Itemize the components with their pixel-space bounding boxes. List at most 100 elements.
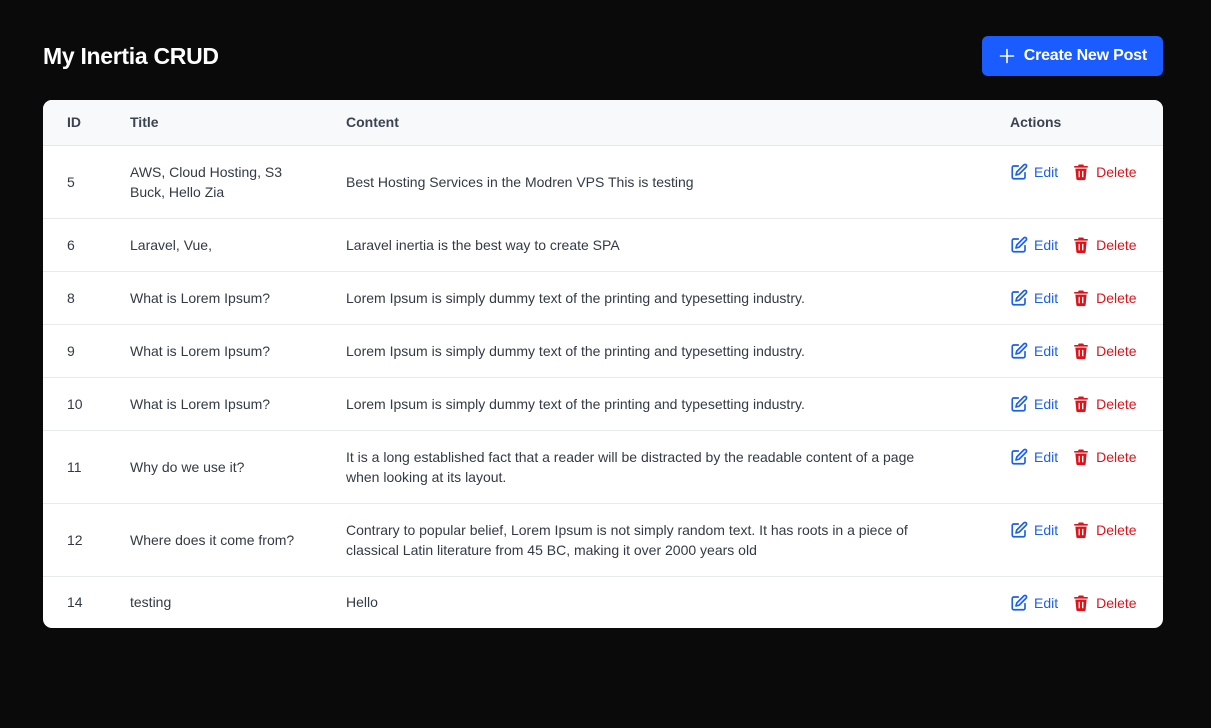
edit-icon: [1011, 448, 1028, 465]
delete-button[interactable]: Delete: [1072, 593, 1137, 613]
create-new-post-button[interactable]: Create New Post: [981, 36, 1163, 76]
cell-title: Laravel, Vue,: [130, 218, 346, 272]
plus-icon: [999, 48, 1015, 64]
table-row: 10 What is Lorem Ipsum? Lorem Ipsum is s…: [43, 377, 1163, 431]
trash-icon: [1074, 449, 1088, 465]
delete-label: Delete: [1096, 163, 1137, 180]
cell-actions: Edit Delete: [1010, 271, 1163, 325]
trash-icon: [1074, 164, 1088, 180]
table-body: 5 AWS, Cloud Hosting, S3 Buck, Hello Zia…: [43, 145, 1163, 628]
page-header: My Inertia CRUD Create New Post: [43, 36, 1163, 76]
cell-actions: Edit Delete: [1010, 324, 1163, 378]
posts-table-card: ID Title Content Actions 5 AWS, Cloud Ho…: [43, 100, 1163, 628]
cell-content: Contrary to popular belief, Lorem Ipsum …: [346, 503, 1010, 577]
table-row: 12 Where does it come from? Contrary to …: [43, 503, 1163, 577]
cell-title: Where does it come from?: [130, 503, 346, 577]
cell-content: Hello: [346, 594, 378, 611]
row-actions: Edit Delete: [1010, 341, 1163, 361]
cell-id: 12: [43, 503, 130, 577]
cell-content: It is a long established fact that a rea…: [346, 430, 1010, 504]
delete-button[interactable]: Delete: [1072, 288, 1137, 308]
edit-icon: [1011, 342, 1028, 359]
edit-icon: [1011, 395, 1028, 412]
edit-button[interactable]: Edit: [1010, 341, 1058, 361]
cell-id: 9: [43, 324, 130, 378]
header-id: ID: [43, 100, 130, 146]
table-row: 14 testing Hello Edit Delete: [43, 576, 1163, 628]
cell-title: testing: [130, 594, 172, 611]
cell-content: Lorem Ipsum is simply dummy text of the …: [346, 271, 1010, 325]
edit-button[interactable]: Edit: [1010, 593, 1058, 613]
table-row: 6 Laravel, Vue, Laravel inertia is the b…: [43, 218, 1163, 272]
edit-button[interactable]: Edit: [1010, 394, 1058, 414]
delete-button[interactable]: Delete: [1072, 394, 1137, 414]
cell-title: What is Lorem Ipsum?: [130, 271, 346, 325]
delete-button[interactable]: Delete: [1072, 235, 1137, 255]
trash-icon: [1074, 343, 1088, 359]
cell-title: AWS, Cloud Hosting, S3 Buck, Hello Zia: [130, 145, 346, 219]
page-title: My Inertia CRUD: [43, 42, 219, 69]
edit-label: Edit: [1034, 289, 1059, 306]
table-row: 11 Why do we use it? It is a long establ…: [43, 430, 1163, 504]
edit-label: Edit: [1034, 448, 1059, 465]
posts-table: ID Title Content Actions 5 AWS, Cloud Ho…: [43, 100, 1163, 628]
edit-button[interactable]: Edit: [1010, 447, 1058, 467]
delete-label: Delete: [1096, 521, 1137, 538]
delete-label: Delete: [1096, 395, 1137, 412]
edit-button[interactable]: Edit: [1010, 235, 1058, 255]
edit-icon: [1011, 163, 1028, 180]
cell-content: Best Hosting Services in the Modren VPS …: [346, 145, 1010, 219]
edit-label: Edit: [1034, 236, 1059, 253]
cell-id: 14: [67, 594, 83, 611]
edit-label: Edit: [1034, 342, 1059, 359]
table-row: 9 What is Lorem Ipsum? Lorem Ipsum is si…: [43, 324, 1163, 378]
cell-content: Laravel inertia is the best way to creat…: [346, 218, 1010, 272]
row-actions: Edit Delete: [1010, 447, 1163, 467]
edit-button[interactable]: Edit: [1010, 162, 1058, 182]
delete-label: Delete: [1096, 594, 1137, 611]
cell-actions: Edit Delete: [1010, 576, 1163, 628]
row-actions: Edit Delete: [1010, 593, 1163, 613]
delete-button[interactable]: Delete: [1072, 162, 1137, 182]
delete-button[interactable]: Delete: [1072, 447, 1137, 467]
table-header-row: ID Title Content Actions: [43, 100, 1163, 146]
cell-content: Lorem Ipsum is simply dummy text of the …: [346, 377, 1010, 431]
row-actions: Edit Delete: [1010, 520, 1163, 540]
delete-button[interactable]: Delete: [1072, 341, 1137, 361]
cell-id: 8: [43, 271, 130, 325]
cell-title: Why do we use it?: [130, 430, 346, 504]
edit-label: Edit: [1034, 521, 1059, 538]
trash-icon: [1074, 522, 1088, 538]
header-title: Title: [130, 100, 346, 146]
header-actions: Actions: [1010, 100, 1163, 146]
delete-label: Delete: [1096, 236, 1137, 253]
trash-icon: [1074, 595, 1088, 611]
row-actions: Edit Delete: [1010, 162, 1163, 182]
cell-id: 11: [43, 430, 130, 504]
edit-button[interactable]: Edit: [1010, 520, 1058, 540]
edit-label: Edit: [1034, 594, 1059, 611]
cell-title: What is Lorem Ipsum?: [130, 324, 346, 378]
row-actions: Edit Delete: [1010, 288, 1163, 308]
delete-button[interactable]: Delete: [1072, 520, 1137, 540]
cell-actions: Edit Delete: [1010, 503, 1163, 577]
cell-title: What is Lorem Ipsum?: [130, 377, 346, 431]
cell-actions: Edit Delete: [1010, 218, 1163, 272]
header-content: Content: [346, 100, 1010, 146]
cell-actions: Edit Delete: [1010, 145, 1163, 219]
cell-content: Lorem Ipsum is simply dummy text of the …: [346, 324, 1010, 378]
edit-icon: [1011, 521, 1028, 538]
edit-icon: [1011, 236, 1028, 253]
edit-icon: [1011, 594, 1028, 611]
row-actions: Edit Delete: [1010, 394, 1163, 414]
delete-label: Delete: [1096, 448, 1137, 465]
cell-id: 6: [43, 218, 130, 272]
table-row: 8 What is Lorem Ipsum? Lorem Ipsum is si…: [43, 271, 1163, 325]
table-row: 5 AWS, Cloud Hosting, S3 Buck, Hello Zia…: [43, 145, 1163, 219]
row-actions: Edit Delete: [1010, 235, 1163, 255]
trash-icon: [1074, 396, 1088, 412]
cell-id: 5: [43, 145, 130, 219]
create-new-post-label: Create New Post: [1023, 47, 1147, 64]
edit-button[interactable]: Edit: [1010, 288, 1058, 308]
trash-icon: [1074, 290, 1088, 306]
